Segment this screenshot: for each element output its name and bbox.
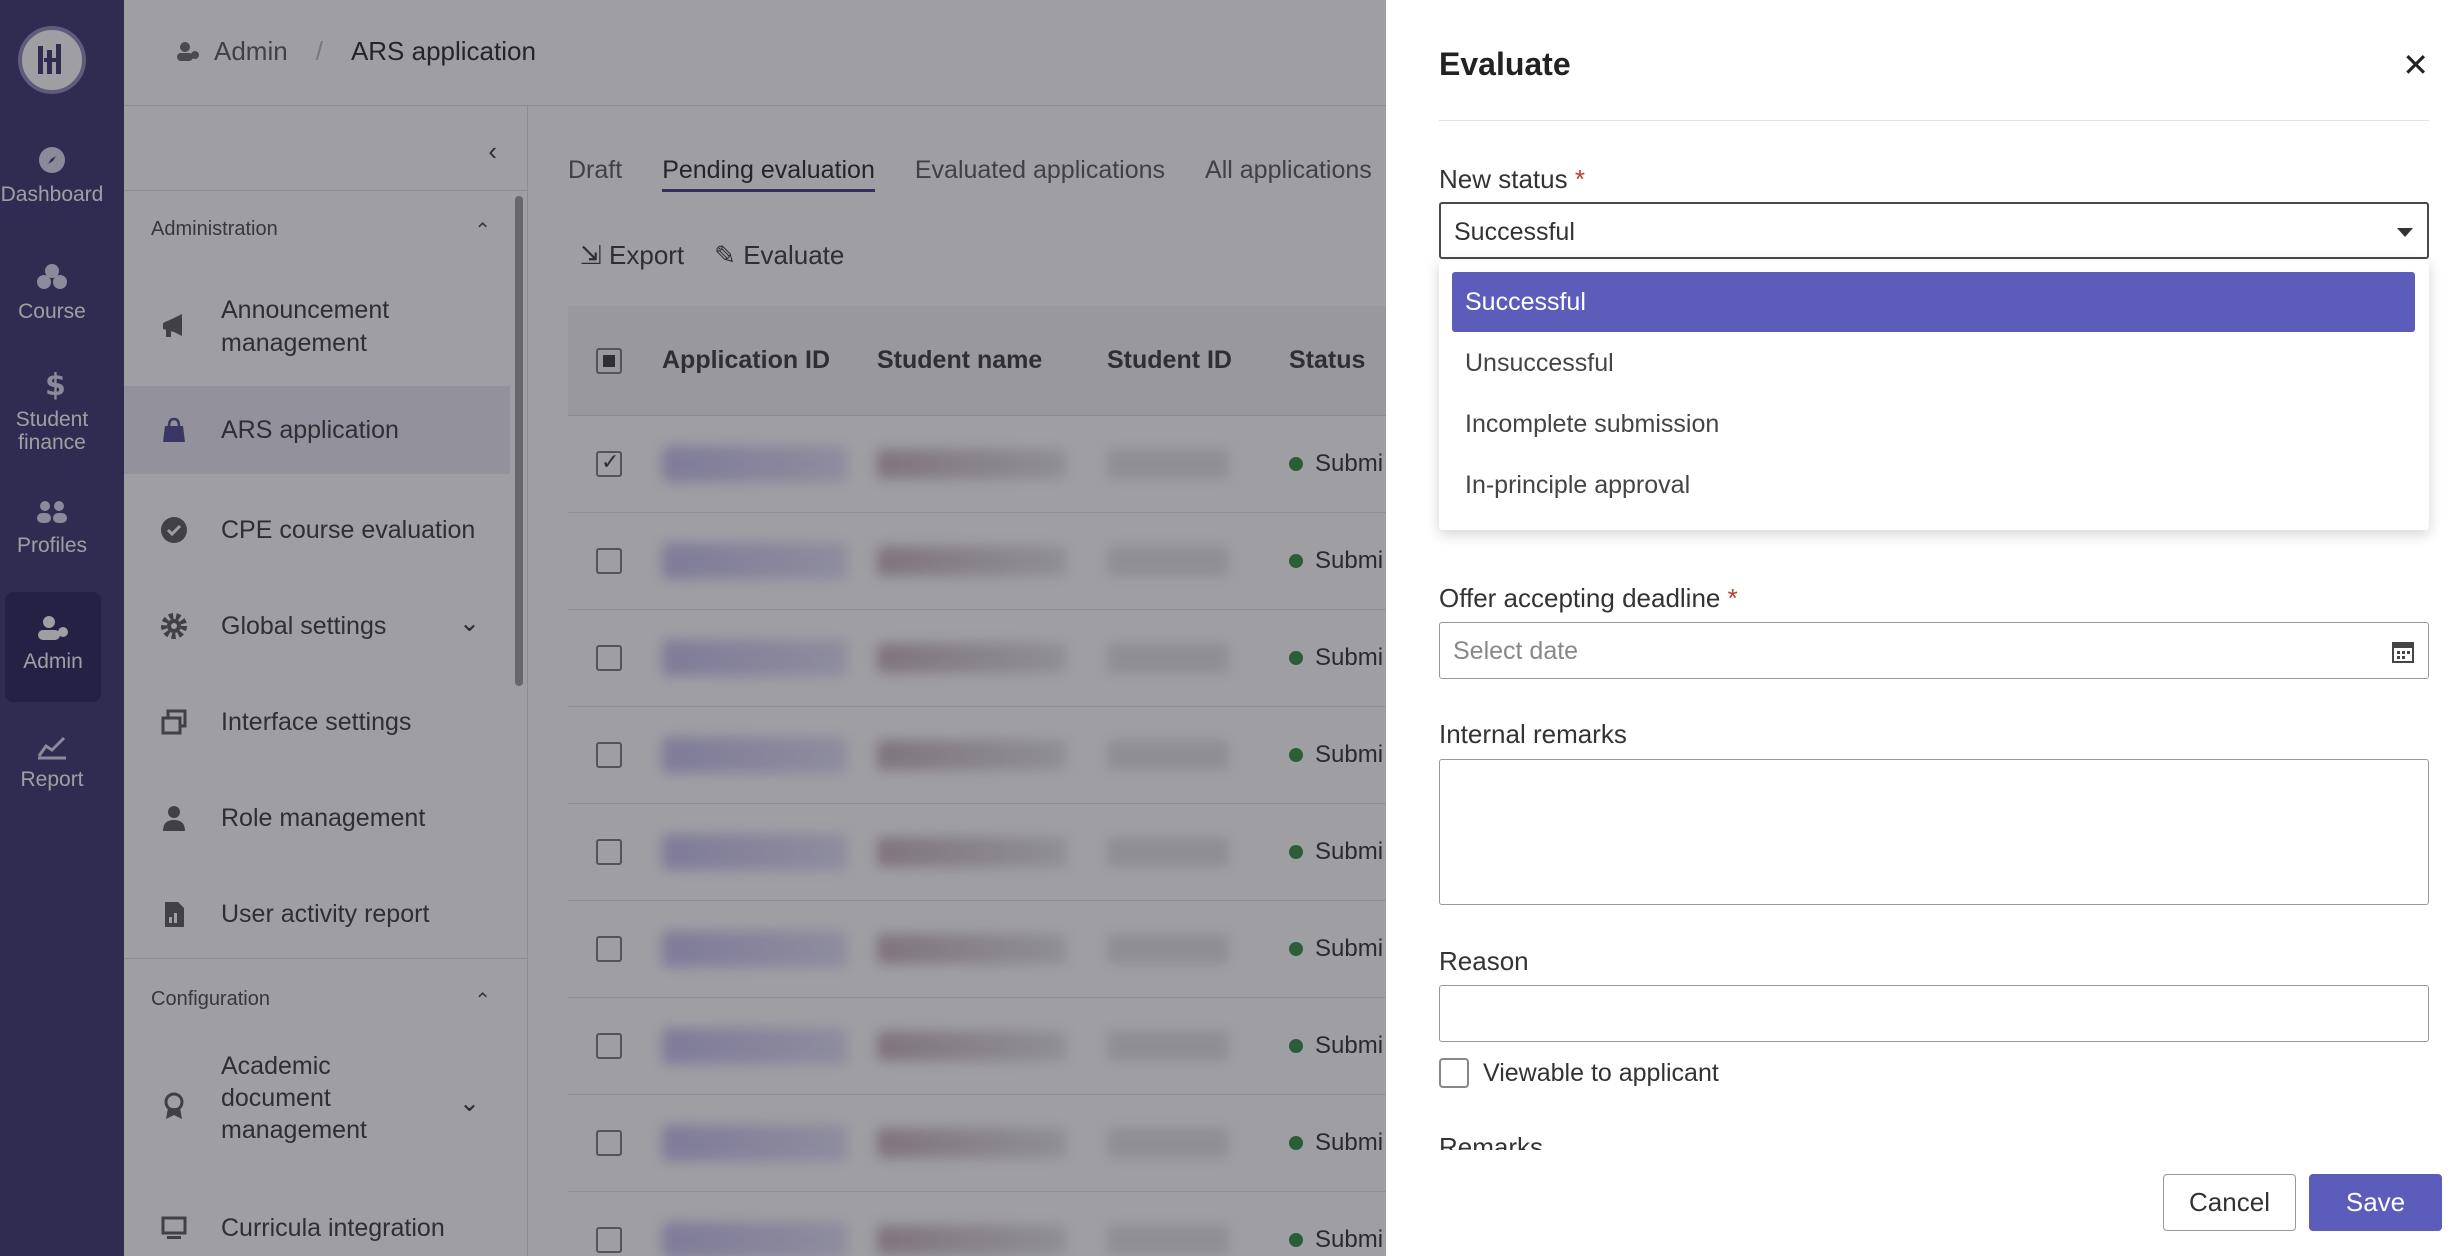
remarks-label: Remarks — [1439, 1132, 1544, 1150]
modal-overlay[interactable] — [0, 0, 1386, 1256]
viewable-to-applicant[interactable]: Viewable to applicant — [1439, 1058, 1719, 1088]
reason-input[interactable] — [1439, 985, 2429, 1042]
internal-remarks-textarea[interactable] — [1439, 759, 2429, 905]
calendar-icon[interactable] — [2392, 639, 2414, 663]
save-button[interactable]: Save — [2309, 1174, 2442, 1231]
status-dropdown: Successful Unsuccessful Incomplete submi… — [1439, 260, 2429, 530]
new-status-label: New status * — [1439, 164, 1585, 194]
option-incomplete-submission[interactable]: Incomplete submission — [1452, 394, 2415, 454]
reason-label: Reason — [1439, 946, 1529, 976]
new-status-select[interactable]: Successful — [1439, 202, 2429, 259]
evaluate-panel: Evaluate ✕ New status * Successful Succe… — [1386, 0, 2457, 1256]
viewable-checkbox[interactable] — [1439, 1058, 1469, 1088]
deadline-date-input[interactable]: Select date — [1439, 622, 2429, 679]
option-in-principle-approval[interactable]: In-principle approval — [1452, 455, 2415, 515]
cancel-button[interactable]: Cancel — [2163, 1174, 2296, 1231]
divider — [1439, 120, 2429, 121]
close-icon[interactable]: ✕ — [2402, 46, 2429, 84]
option-successful[interactable]: Successful — [1452, 272, 2415, 332]
option-unsuccessful[interactable]: Unsuccessful — [1452, 333, 2415, 393]
internal-remarks-label: Internal remarks — [1439, 719, 1627, 749]
panel-title: Evaluate — [1439, 46, 1571, 82]
deadline-label: Offer accepting deadline * — [1439, 583, 1738, 613]
caret-down-icon — [2397, 228, 2413, 237]
